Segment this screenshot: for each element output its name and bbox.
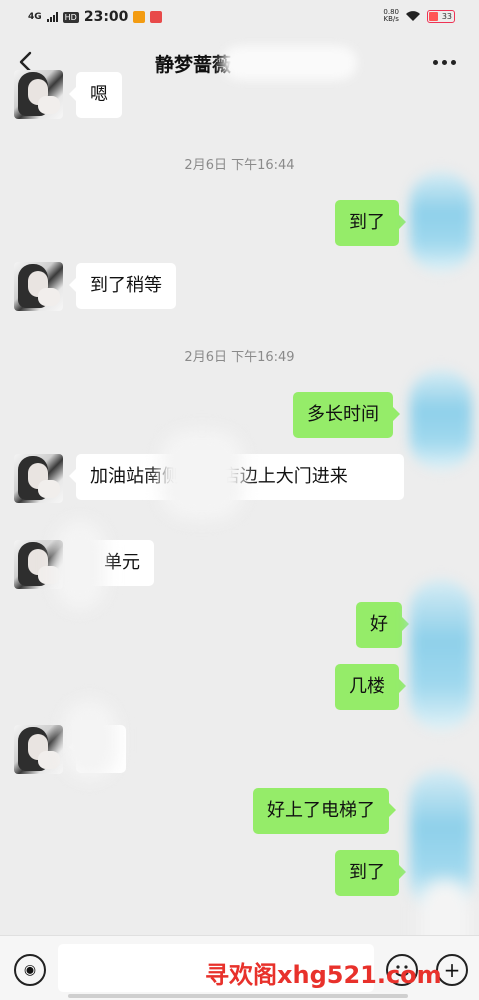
self-avatar-redaction [410, 172, 472, 272]
more-button[interactable] [429, 52, 459, 72]
status-left: 4G HD 23:00 [28, 9, 163, 25]
message-bubble-out[interactable]: 好上了电梯了 [253, 788, 396, 834]
message-bubble-in[interactable]: 嗯 [69, 72, 122, 118]
timestamp: 2月6日 下午16:44 [184, 158, 295, 173]
watermark: 寻欢阁xhg521.com [205, 961, 442, 989]
message-bubble-out[interactable]: 到了 [335, 850, 406, 896]
app-notification-icon-2 [150, 11, 163, 23]
title-redaction [222, 46, 357, 80]
contact-avatar[interactable] [14, 70, 63, 119]
network-speed: 0.80 KB/s [383, 9, 399, 23]
self-avatar-redaction [410, 580, 472, 730]
status-right: 0.80 KB/s 33 [383, 9, 455, 23]
speed-unit: KB/s [383, 15, 399, 23]
network-type: 4G [28, 12, 42, 22]
voice-button[interactable]: ◉ [14, 954, 46, 986]
contact-avatar[interactable] [14, 262, 63, 311]
text-redaction [62, 700, 117, 780]
contact-avatar[interactable] [14, 725, 63, 774]
voice-icon: ◉ [23, 962, 37, 978]
more-dots-icon [432, 59, 438, 65]
battery-level: 33 [441, 11, 452, 21]
hd-badge: HD [62, 11, 79, 23]
message-bubble-out[interactable]: 好 [356, 602, 409, 648]
wifi-icon [406, 11, 420, 21]
app-notification-icon [133, 11, 146, 23]
status-bar: 4G HD 23:00 0.80 KB/s 33 [0, 0, 479, 34]
message-bubble-out[interactable]: 到了 [335, 200, 406, 246]
message-bubble-out[interactable]: 多长时间 [293, 392, 400, 438]
chat-title: 静梦蔷薇 [155, 54, 232, 76]
text-redaction [55, 520, 105, 610]
message-bubble-out[interactable]: 几楼 [335, 664, 406, 710]
contact-avatar[interactable] [14, 454, 63, 503]
timestamp: 2月6日 下午16:49 [184, 350, 295, 365]
home-indicator [68, 994, 408, 998]
text-redaction [160, 430, 244, 520]
battery-icon: 33 [427, 9, 455, 23]
chat-header: 静梦蔷薇 [0, 38, 479, 88]
signal-icon [46, 12, 58, 22]
self-avatar-redaction [410, 370, 472, 470]
clock: 23:00 [83, 9, 129, 25]
message-bubble-in[interactable]: 到了稍等 [69, 263, 176, 309]
plus-icon: + [443, 958, 461, 982]
